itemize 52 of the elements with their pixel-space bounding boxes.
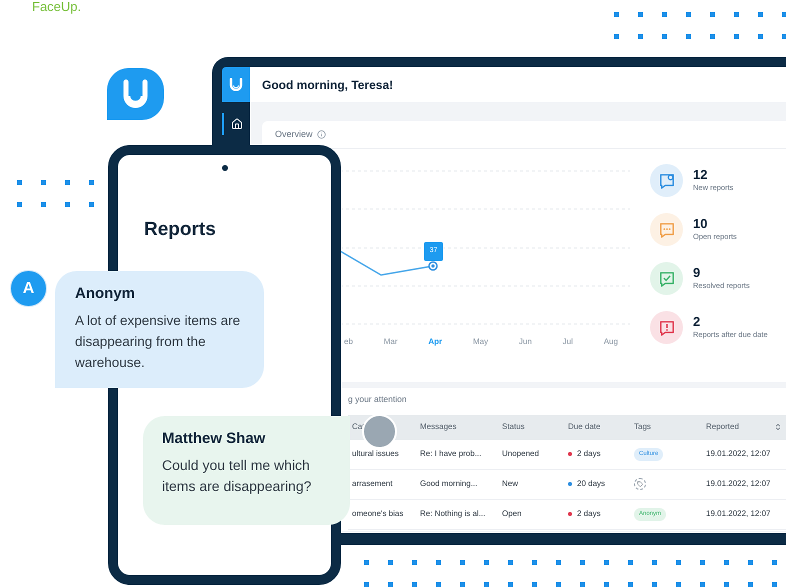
- month-label[interactable]: Aug: [604, 336, 618, 348]
- message-text: Could you tell me which items are disappearing?: [162, 456, 312, 496]
- table-cell-text: 19.01.2022, 12:07: [705, 478, 772, 490]
- stat-value: 2: [693, 314, 702, 330]
- table-cell-text: New: [501, 478, 520, 490]
- stat-value: 9: [693, 265, 702, 280]
- greeting-title: Good morning, Teresa!: [262, 76, 394, 94]
- table-cell-text: Unopened: [501, 448, 540, 460]
- table-cell: 2 days: [577, 508, 601, 520]
- month-label[interactable]: Jun: [518, 336, 532, 348]
- month-label[interactable]: eb: [344, 336, 353, 348]
- sort-icon[interactable]: [774, 423, 782, 432]
- chat-bubble-icon: [658, 222, 674, 238]
- logo-icon: [107, 68, 164, 120]
- table-title: g your attention: [348, 393, 408, 406]
- overview-title: Overview: [275, 128, 313, 141]
- month-label[interactable]: Mar: [384, 336, 398, 348]
- screen-title: Reports: [144, 218, 216, 242]
- column-header: Status: [502, 421, 525, 434]
- camera-icon: [222, 165, 228, 171]
- info-icon: [316, 130, 326, 139]
- month-label[interactable]: Jul: [562, 336, 573, 348]
- table-cell-text: ultural issues: [351, 448, 400, 460]
- sender-name: Matthew Shaw: [162, 429, 266, 449]
- table-cell-text: 19.01.2022, 12:07: [705, 448, 772, 460]
- table-cell-text: Re: Nothing is al...: [419, 508, 486, 520]
- home-icon: [231, 118, 243, 130]
- table-cell-text: 19.01.2022, 12:07: [705, 508, 772, 520]
- chat-bubble-icon: [658, 320, 674, 336]
- photo-placeholder: [362, 414, 397, 449]
- sender-name: Anonym: [75, 284, 136, 304]
- table-cell-text: Re: I have prob...: [419, 448, 482, 460]
- chat-bubble-icon: [658, 270, 674, 286]
- table-cell-text: Open: [501, 508, 523, 520]
- table-cell-text: Good morning...: [419, 478, 478, 490]
- column-header: Messages: [420, 421, 456, 434]
- table-cell: 20 days: [577, 478, 606, 490]
- stat-value: 12: [693, 167, 708, 182]
- message-text: A lot of expensive items are disappearing from the warehouse.: [75, 312, 242, 372]
- stat-value: 10: [693, 216, 708, 232]
- brand-text: FaceUp.: [32, 0, 82, 14]
- column-header: Due date: [568, 421, 600, 434]
- logo-icon: [229, 78, 243, 91]
- table-cell: 2 days: [577, 448, 601, 460]
- column-header: Reported: [706, 421, 739, 434]
- table-cell-text: omeone's bias: [351, 508, 404, 520]
- table-cell-text: arrasement: [351, 478, 394, 490]
- column-header: Tags: [634, 421, 651, 434]
- month-label[interactable]: Apr: [428, 336, 442, 348]
- chat-bubble-icon: [658, 172, 674, 188]
- month-label[interactable]: May: [472, 336, 488, 348]
- tag-icon[interactable]: [634, 478, 646, 490]
